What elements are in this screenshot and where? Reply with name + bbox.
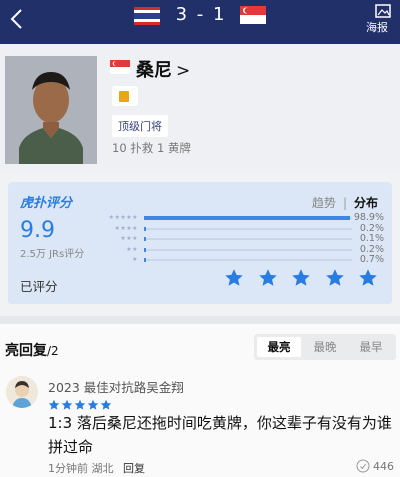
bar-track xyxy=(144,247,352,252)
sort-hottest[interactable]: 最亮 xyxy=(257,337,301,357)
row-stars: ★★ xyxy=(126,245,138,253)
comment-meta: 1分钟前 湖北 回复 xyxy=(48,460,145,476)
star-icon xyxy=(100,396,112,410)
sort-latest[interactable]: 最晚 xyxy=(303,337,347,357)
row-percent: 0.7% xyxy=(359,254,384,265)
comment-username[interactable]: 2023 最佳对抗路吴金翔 xyxy=(48,377,184,396)
singapore-flag-icon xyxy=(240,6,266,24)
thailand-flag-icon xyxy=(134,7,160,25)
row-stars: ★★★★ xyxy=(114,224,138,232)
star-icon xyxy=(48,396,60,410)
row-stars: ★ xyxy=(132,256,138,263)
distribution-row-1: ★ 0.7% xyxy=(98,254,392,266)
average-score: 9.9 xyxy=(20,218,55,243)
rated-label: 已评分 xyxy=(20,279,58,294)
row-percent: 0.2% xyxy=(359,222,384,234)
row-percent: 0.2% xyxy=(359,243,384,255)
match-header: 3 - 1 海报 xyxy=(0,0,400,44)
tab-separator: | xyxy=(342,196,347,210)
chevron-right-icon: > xyxy=(176,61,191,81)
replies-title: 亮回复/2 xyxy=(5,340,59,360)
bar-track xyxy=(144,226,352,231)
player-stats: 10 扑救 1 黄牌 xyxy=(112,141,191,155)
tab-distribution[interactable]: 分布 xyxy=(354,196,378,210)
row-percent: 98.9% xyxy=(353,212,384,223)
match-score: 3 - 1 xyxy=(172,4,230,28)
row-percent: 0.1% xyxy=(359,233,384,244)
replies-count: /2 xyxy=(47,344,59,358)
player-tag: 顶级门将 xyxy=(112,115,168,137)
home-score: 3 xyxy=(175,4,190,25)
section-divider xyxy=(0,316,400,324)
bar-fill xyxy=(144,247,146,252)
star-icon[interactable] xyxy=(325,268,345,288)
rating-card: 虎扑评分 趋势 | 分布 9.9 2.5万 JRs评分 ★★★★★ 98.9% ★★… xyxy=(8,182,392,304)
bar-track xyxy=(144,216,352,220)
replies-title-text: 亮回复 xyxy=(5,343,47,359)
poster-icon[interactable] xyxy=(375,3,391,18)
back-icon[interactable] xyxy=(6,6,30,32)
rating-count: 2.5万 JRs评分 xyxy=(20,249,85,260)
bar-track xyxy=(144,237,352,241)
star-icon[interactable] xyxy=(258,268,278,288)
bar-fill xyxy=(144,226,146,231)
player-name-text: 桑尼 xyxy=(136,60,172,81)
comment-location: 湖北 xyxy=(91,462,114,475)
bar-fill xyxy=(144,216,350,220)
like-count: 446 xyxy=(373,460,394,473)
singapore-flag-icon xyxy=(110,59,130,74)
star-icon[interactable] xyxy=(224,268,244,288)
star-icon xyxy=(61,396,73,410)
away-score: 1 xyxy=(212,4,227,25)
reply-button[interactable]: 回复 xyxy=(123,462,145,475)
star-icon xyxy=(87,396,99,410)
player-name[interactable]: 桑尼 > xyxy=(136,56,190,82)
rating-distribution: ★★★★★ 98.9% ★★★★ 0.2% ★★★ 0.1% ★★ 0.2% ★… xyxy=(98,212,392,266)
star-icon xyxy=(74,396,86,410)
distribution-row-4: ★★★★ 0.2% xyxy=(98,222,392,235)
row-stars: ★★★ xyxy=(120,235,138,242)
comment-user-stars xyxy=(48,396,118,410)
bar-fill xyxy=(144,237,146,241)
row-stars: ★★★★★ xyxy=(108,214,138,221)
comment-time: 1分钟前 xyxy=(48,462,88,475)
star-icon[interactable] xyxy=(291,268,311,288)
rating-tabs: 趋势 | 分布 xyxy=(312,194,378,211)
distribution-row-5: ★★★★★ 98.9% xyxy=(98,212,392,224)
yellow-card-badge xyxy=(112,86,138,106)
comment-text: 1:3 落后桑尼还拖时间吃黄牌，你这辈子有没有为谁拼过命 xyxy=(48,414,392,456)
like-icon xyxy=(356,459,370,473)
distribution-row-2: ★★ 0.2% xyxy=(98,243,392,256)
replies-section: 亮回复/2 最亮 最晚 最早 2023 最佳对抗路吴金翔 1:3 落后桑尼还拖时… xyxy=(0,324,400,477)
yellow-card-icon xyxy=(119,91,129,102)
distribution-row-3: ★★★ 0.1% xyxy=(98,233,392,245)
sort-earliest[interactable]: 最早 xyxy=(349,337,393,357)
like-button[interactable]: 446 xyxy=(356,459,394,473)
avatar[interactable] xyxy=(6,376,38,408)
score-separator: - xyxy=(196,4,206,25)
star-icon[interactable] xyxy=(358,268,378,288)
hupu-rating-logo: 虎扑评分 xyxy=(20,196,73,211)
player-photo xyxy=(5,56,97,164)
player-card: 桑尼 > 顶级门将 10 扑救 1 黄牌 xyxy=(0,44,400,172)
bar-track xyxy=(144,258,352,262)
sort-tabs: 最亮 最晚 最早 xyxy=(254,334,396,360)
tab-trend[interactable]: 趋势 xyxy=(312,196,336,210)
poster-label[interactable]: 海报 xyxy=(366,19,388,35)
bar-fill xyxy=(144,258,146,262)
